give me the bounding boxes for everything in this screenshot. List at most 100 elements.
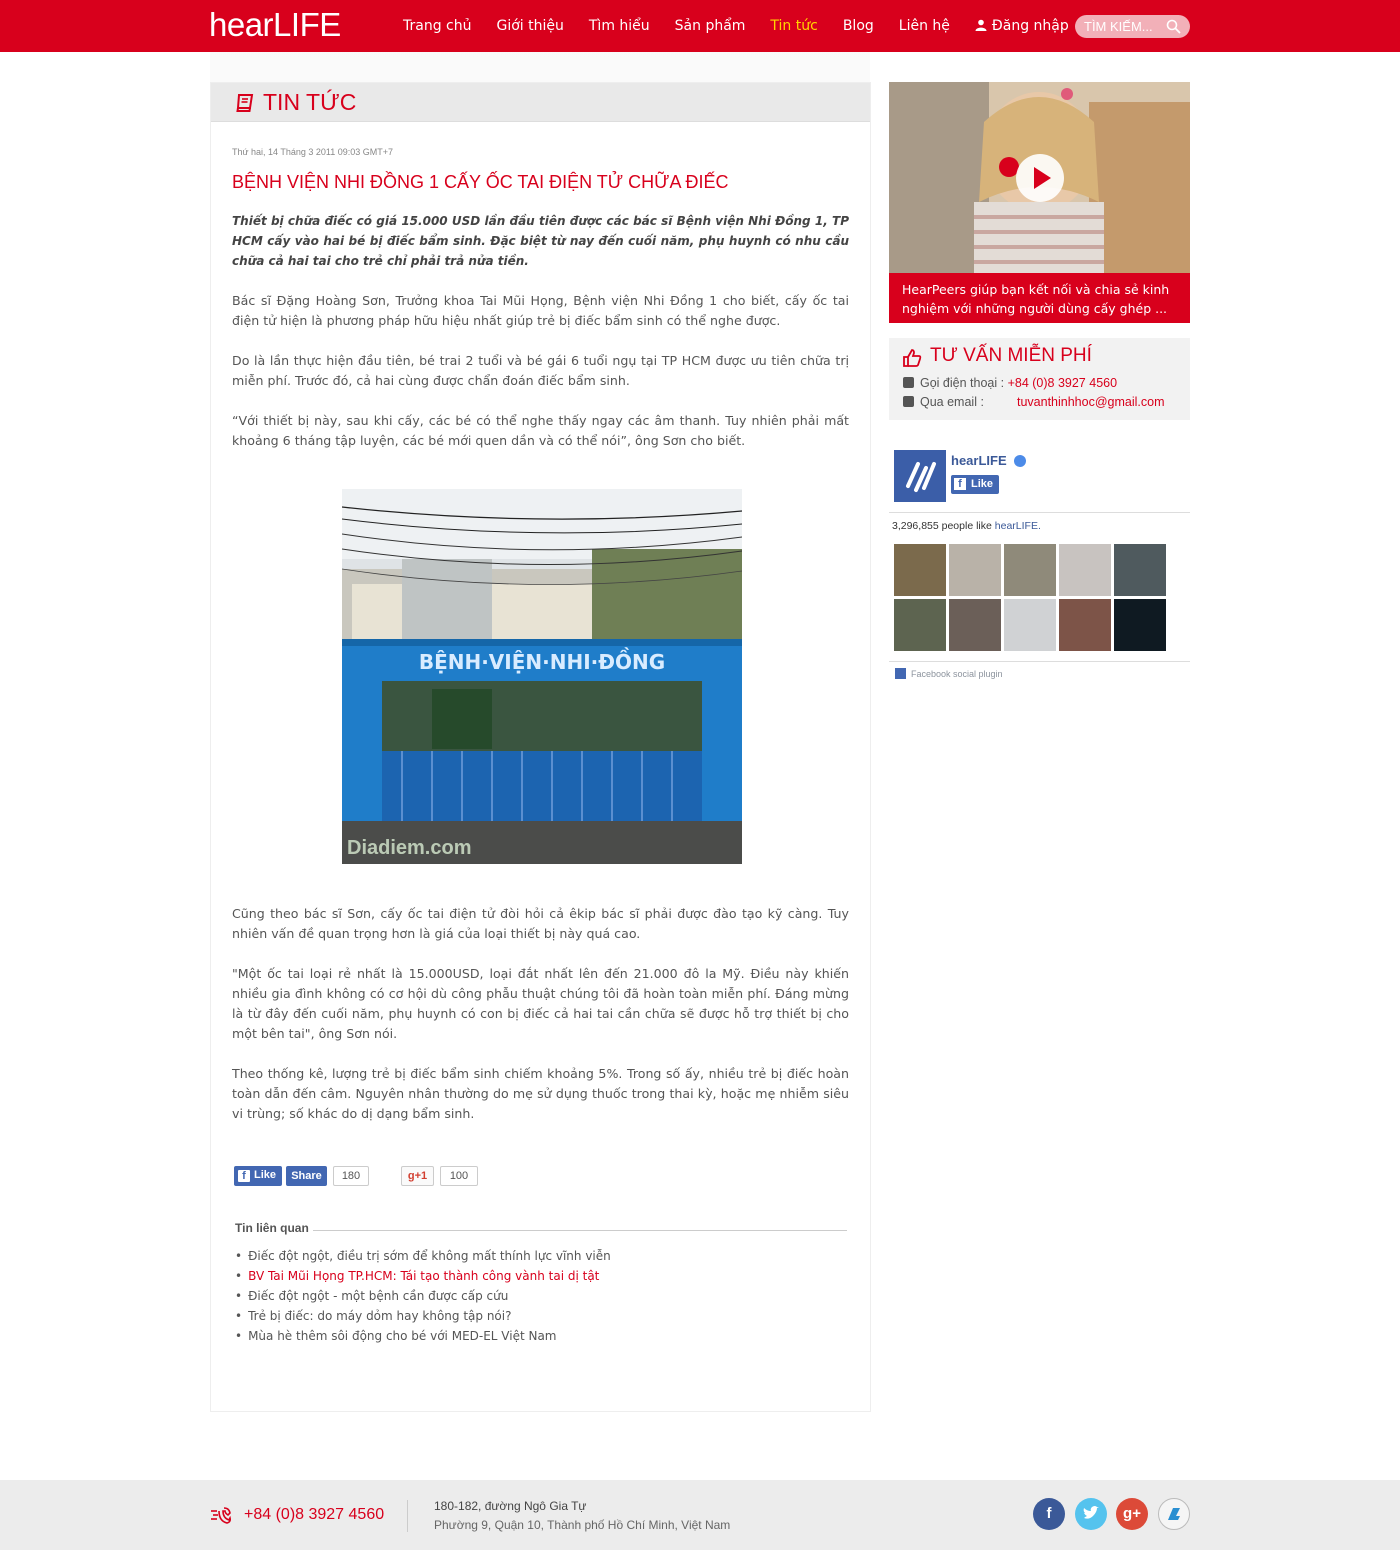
hearlife-page-avatar[interactable] — [894, 450, 946, 502]
email-label: Qua email : — [920, 395, 984, 409]
footer-address-line2: Phường 9, Quận 10, Thành phố Hồ Chí Minh… — [434, 1518, 731, 1532]
related-divider — [235, 1230, 847, 1231]
nav-home[interactable]: Trang chủ — [403, 18, 471, 34]
fan-count: 3,296,855 people like — [892, 520, 992, 532]
facebook-like-count-text: 3,296,855 people like hearLIFE. — [892, 520, 1041, 532]
related-link[interactable]: BV Tai Mũi Họng TP.HCM: Tái tạo thành cô… — [248, 1269, 599, 1283]
post-title: BỆNH VIỆN NHI ĐỒNG 1 CẤY ỐC TAI ĐIỆN TỬ … — [232, 172, 729, 192]
video-caption[interactable]: HearPeers giúp bạn kết nối và chia sẻ ki… — [889, 273, 1190, 323]
facebook-page-name[interactable]: hearLIFE — [951, 453, 1007, 468]
facebook-page-plugin: hearLIFE f Like 3,296,855 people like he… — [889, 447, 1190, 687]
free-consultation-box: TƯ VẤN MIỄN PHÍ Gọi điện thoại : +84 (0)… — [889, 338, 1190, 420]
search-input[interactable] — [1084, 18, 1164, 35]
facebook-like-button[interactable]: f Like — [234, 1166, 282, 1186]
hearlife-logo[interactable]: hearLIFE — [209, 6, 341, 44]
divider — [889, 512, 1190, 513]
list-item: Điếc đột ngột, điều trị sớm để không mất… — [235, 1246, 611, 1266]
email-value[interactable]: tuvanthinhhoc@gmail.com — [1017, 395, 1165, 409]
avatar[interactable] — [949, 599, 1001, 651]
like-label: Like — [971, 478, 994, 490]
phone-value[interactable]: +84 (0)8 3927 4560 — [1008, 376, 1117, 390]
facebook-page-like-button[interactable]: f Like — [951, 475, 999, 494]
related-link[interactable]: Điếc đột ngột - một bệnh cần được cấp cứ… — [248, 1289, 508, 1303]
section-header: TIN TỨC — [211, 83, 870, 122]
verified-badge-icon — [1014, 455, 1026, 467]
facebook-like-count: 180 — [333, 1166, 369, 1186]
related-link[interactable]: Điếc đột ngột, điều trị sớm để không mất… — [248, 1249, 611, 1263]
consult-email-row: Qua email : — [903, 395, 984, 409]
facebook-icon: f — [954, 478, 966, 490]
avatar[interactable] — [1004, 599, 1056, 651]
play-icon[interactable] — [1016, 154, 1064, 202]
fan-page-link[interactable]: hearLIFE. — [995, 520, 1041, 532]
avatar[interactable] — [1004, 544, 1056, 596]
plugin-label: Facebook social plugin — [911, 669, 1003, 679]
divider — [407, 1500, 408, 1532]
paragraph: Bác sĩ Đặng Hoàng Sơn, Trưởng khoa Tai M… — [232, 293, 849, 328]
consult-title: TƯ VẤN MIỄN PHÍ — [930, 345, 1092, 366]
nav-learn[interactable]: Tìm hiểu — [589, 18, 650, 34]
thumbs-up-icon — [903, 349, 922, 367]
google-plus-button[interactable]: g+1 — [401, 1166, 434, 1186]
post-lead: Thiết bị chữa điếc có giá 15.000 USD lần… — [232, 214, 849, 268]
phone-label: Gọi điện thoại : — [920, 376, 1005, 390]
related-link[interactable]: Trẻ bị điếc: do máy dỏm hay không tập nó… — [248, 1309, 511, 1323]
footer: +84 (0)8 3927 4560 180-182, đường Ngô Gi… — [0, 1480, 1400, 1550]
facebook-icon[interactable]: f — [1033, 1498, 1065, 1530]
post-date: Thứ hai, 14 Tháng 3 2011 09:03 GMT+7 — [232, 147, 394, 157]
google-plus-count: 100 — [440, 1166, 478, 1186]
like-label: Like — [254, 1169, 277, 1181]
related-news-title: Tin liên quan — [235, 1221, 313, 1235]
consult-phone-row: Gọi điện thoại : +84 (0)8 3927 4560 — [903, 376, 1117, 390]
hospital-photo: BỆNH·VIỆN·NHI·ĐỒNG Diadiem.com — [342, 489, 742, 864]
section-title: TIN TỨC — [263, 89, 357, 115]
nav-about[interactable]: Giới thiệu — [496, 18, 563, 34]
paragraph: Do là lần thực hiện đầu tiên, bé trai 2 … — [232, 353, 849, 388]
facebook-icon: f — [238, 1170, 250, 1182]
related-news-list: Điếc đột ngột, điều trị sớm để không mất… — [235, 1246, 611, 1346]
login-label: Đăng nhập — [991, 18, 1069, 34]
avatar[interactable] — [894, 599, 946, 651]
nav-news[interactable]: Tin tức — [770, 18, 817, 34]
book-icon — [236, 94, 254, 112]
twitter-icon[interactable] — [1075, 1498, 1107, 1530]
user-icon — [975, 19, 987, 31]
search-icon[interactable] — [1166, 19, 1181, 34]
google-plus-icon[interactable]: g+ — [1116, 1498, 1148, 1530]
paragraph: Cũng theo bác sĩ Sơn, cấy ốc tai điện tử… — [232, 906, 849, 941]
avatar[interactable] — [894, 544, 946, 596]
avatar[interactable] — [1114, 599, 1166, 651]
gplus-label: +1 — [414, 1170, 428, 1182]
login-link[interactable]: Đăng nhập — [975, 18, 1069, 34]
facebook-share-button[interactable]: Share — [286, 1166, 327, 1186]
nav-blog[interactable]: Blog — [843, 18, 874, 34]
list-item: Trẻ bị điếc: do máy dỏm hay không tập nó… — [235, 1306, 611, 1326]
avatar[interactable] — [1059, 599, 1111, 651]
nav-contact[interactable]: Liên hệ — [899, 18, 950, 34]
divider — [889, 661, 1190, 662]
search-box — [1075, 15, 1190, 38]
avatar[interactable] — [1059, 544, 1111, 596]
related-link[interactable]: Mùa hè thêm sôi động cho bé với MED-EL V… — [248, 1329, 556, 1343]
main-nav: Trang chủ Giới thiệu Tìm hiểu Sản phẩm T… — [403, 0, 1094, 52]
paragraph: “Với thiết bị này, sau khi cấy, các bé c… — [232, 413, 849, 448]
video-promo-card[interactable]: HearPeers giúp bạn kết nối và chia sẻ ki… — [889, 82, 1190, 323]
blog-icon[interactable] — [1158, 1498, 1190, 1530]
list-item: BV Tai Mũi Họng TP.HCM: Tái tạo thành cô… — [235, 1266, 611, 1286]
paragraph: Theo thống kê, lượng trẻ bị điếc bẩm sin… — [232, 1066, 849, 1121]
nav-products[interactable]: Sản phẩm — [675, 18, 746, 34]
list-item: Điếc đột ngột - một bệnh cần được cấp cứ… — [235, 1286, 611, 1306]
footer-phone[interactable]: +84 (0)8 3927 4560 — [244, 1506, 384, 1524]
facebook-plugin-label: Facebook social plugin — [895, 668, 1003, 679]
top-navigation-bar: hearLIFE Trang chủ Giới thiệu Tìm hiểu S… — [0, 0, 1400, 52]
avatar[interactable] — [949, 544, 1001, 596]
facebook-icon — [895, 668, 906, 679]
article-card: TIN TỨC Thứ hai, 14 Tháng 3 2011 09:03 G… — [210, 82, 871, 1412]
phone-icon — [211, 1507, 231, 1524]
footer-address-line1: 180-182, đường Ngô Gia Tự — [434, 1499, 587, 1513]
list-item: Mùa hè thêm sôi động cho bé với MED-EL V… — [235, 1326, 611, 1346]
avatar[interactable] — [1114, 544, 1166, 596]
phone-icon — [903, 377, 914, 388]
paragraph: "Một ốc tai loại rẻ nhất là 15.000USD, l… — [232, 966, 849, 1041]
photo-watermark: Diadiem.com — [347, 837, 471, 859]
